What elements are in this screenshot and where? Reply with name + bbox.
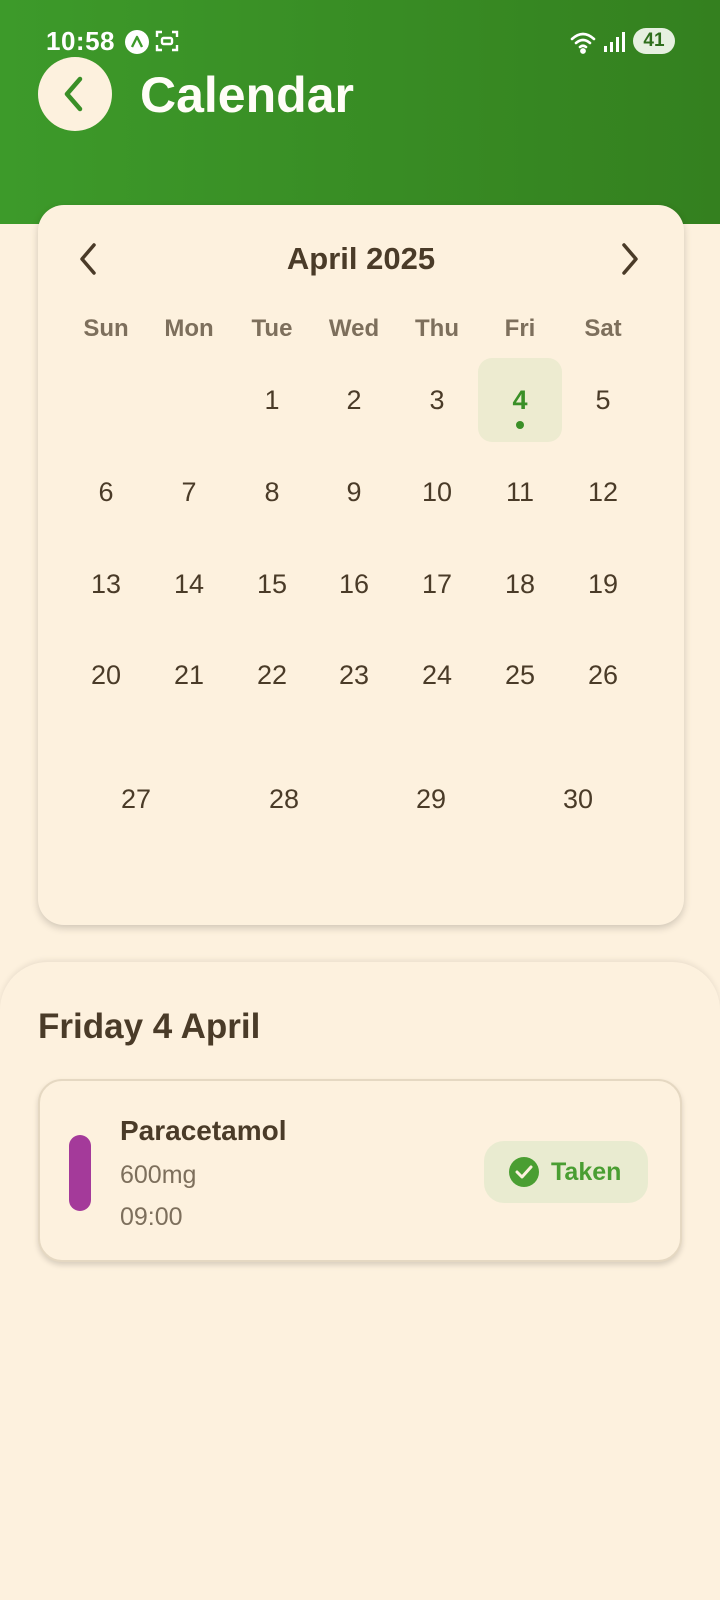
app-a-icon [125, 30, 149, 54]
page-title: Calendar [140, 67, 354, 123]
calendar-day[interactable]: 2 [312, 358, 396, 442]
next-month-button[interactable] [614, 239, 644, 279]
calendar-day[interactable]: 26 [561, 633, 645, 717]
medication-color-indicator [69, 1135, 91, 1211]
taken-status-label: Taken [551, 1158, 622, 1186]
weekday-label: Tue [251, 315, 293, 342]
event-dot-indicator [516, 421, 524, 429]
calendar-day[interactable]: 3 [395, 358, 479, 442]
back-button[interactable] [38, 57, 112, 131]
calendar-day[interactable]: 10 [395, 450, 479, 534]
calendar-day-selected[interactable]: 4 [478, 358, 562, 442]
calendar-day[interactable]: 30 [536, 757, 620, 841]
weekday-label: Wed [328, 315, 380, 342]
calendar-day-number: 4 [512, 385, 528, 415]
medication-dose: 600mg [120, 1161, 197, 1189]
calendar-day[interactable]: 15 [230, 542, 314, 626]
calendar-day[interactable]: 22 [230, 633, 314, 717]
calendar-day[interactable]: 6 [64, 450, 148, 534]
calendar-day[interactable]: 5 [561, 358, 645, 442]
calendar-day[interactable]: 23 [312, 633, 396, 717]
weekday-label: Fri [504, 315, 536, 342]
calendar-day[interactable]: 1 [230, 358, 314, 442]
calendar-day[interactable]: 9 [312, 450, 396, 534]
selected-date-heading: Friday 4 April [38, 1007, 261, 1046]
check-circle-icon [509, 1157, 539, 1187]
calendar-card: April 2025 Sun Mon Tue Wed Thu Fri Sat 1… [38, 205, 684, 925]
medication-card[interactable]: Paracetamol 600mg 09:00 Taken [38, 1079, 682, 1262]
status-time: 10:58 [46, 26, 115, 56]
calendar-day[interactable]: 18 [478, 542, 562, 626]
calendar-day[interactable]: 13 [64, 542, 148, 626]
calendar-day[interactable]: 29 [389, 757, 473, 841]
battery-indicator: 41 [633, 28, 675, 54]
calendar-day[interactable]: 11 [478, 450, 562, 534]
wifi-icon [570, 30, 600, 59]
calendar-day[interactable]: 25 [478, 633, 562, 717]
screen-capture-icon [155, 29, 179, 58]
chevron-right-icon [622, 243, 638, 275]
calendar-day[interactable]: 8 [230, 450, 314, 534]
calendar-day[interactable]: 24 [395, 633, 479, 717]
calendar-day[interactable]: 20 [64, 633, 148, 717]
weekday-label: Thu [415, 315, 459, 342]
calendar-day[interactable]: 28 [242, 757, 326, 841]
weekday-label: Sun [83, 315, 129, 342]
medication-time: 09:00 [120, 1203, 183, 1231]
calendar-day[interactable]: 19 [561, 542, 645, 626]
app-header: 10:58 41 Calendar [0, 0, 720, 224]
day-detail-sheet: Friday 4 April Paracetamol 600mg 09:00 T… [0, 962, 720, 1600]
taken-status-badge[interactable]: Taken [484, 1141, 648, 1203]
calendar-day[interactable]: 17 [395, 542, 479, 626]
calendar-day[interactable]: 16 [312, 542, 396, 626]
calendar-day[interactable]: 21 [147, 633, 231, 717]
month-title: April 2025 [286, 241, 436, 276]
signal-icon [603, 32, 625, 57]
calendar-day[interactable]: 12 [561, 450, 645, 534]
calendar-day[interactable]: 7 [147, 450, 231, 534]
weekday-label: Mon [164, 315, 214, 342]
status-bar: 10:58 41 [0, 0, 720, 70]
calendar-day[interactable]: 14 [147, 542, 231, 626]
calendar-day[interactable]: 27 [94, 757, 178, 841]
weekday-label: Sat [584, 315, 622, 342]
medication-name: Paracetamol [120, 1115, 287, 1146]
chevron-left-icon [64, 76, 83, 112]
